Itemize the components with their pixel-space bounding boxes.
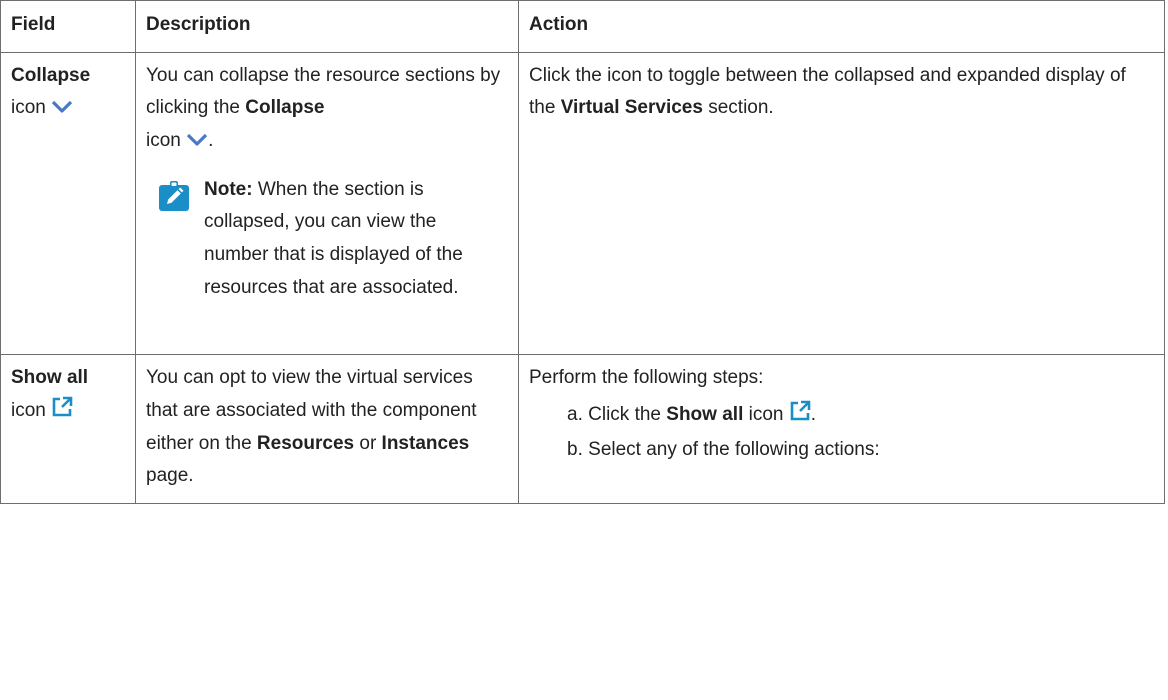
steps-list: a. Click the Show all icon . b. Select a… <box>529 399 1154 466</box>
description-text: You can collapse the resource sections b… <box>146 64 501 152</box>
doc-table: Field Description Action Collapse icon Y… <box>0 0 1165 505</box>
action-cell: Perform the following steps: a. Click th… <box>518 354 1165 505</box>
description-cell: You can collapse the resource sections b… <box>135 51 519 356</box>
description-cell: You can opt to view the virtual services… <box>135 354 519 505</box>
action-cell: Click the icon to toggle between the col… <box>518 51 1165 356</box>
table-row-show-all: Show all icon You can opt to view the vi… <box>0 354 1165 505</box>
action-intro: Perform the following steps: <box>529 367 764 389</box>
chevron-down-icon <box>187 133 208 146</box>
list-item: a. Click the Show all icon . <box>567 399 1154 432</box>
note-block: Note: When the section is collapsed, you… <box>146 174 508 345</box>
field-suffix: icon <box>11 400 46 422</box>
list-item: b. Select any of the following actions: <box>567 438 880 460</box>
chevron-down-icon <box>52 101 73 113</box>
table-row-collapse: Collapse icon You can collapse the resou… <box>0 51 1165 356</box>
pencil-note-icon <box>159 180 189 211</box>
table-header-row: Field Description Action <box>0 0 1165 53</box>
external-link-icon <box>52 396 73 417</box>
field-cell: Show all icon <box>0 354 136 505</box>
action-text: Click the icon to toggle between the col… <box>529 64 1126 119</box>
field-cell: Collapse icon <box>0 51 136 356</box>
field-suffix: icon <box>11 97 46 119</box>
note-text: Note: When the section is collapsed, you… <box>204 178 463 298</box>
description-text: You can opt to view the virtual services… <box>146 367 477 487</box>
field-name: Collapse <box>11 64 91 86</box>
header-action: Action <box>518 0 1165 53</box>
header-field: Field <box>0 0 136 53</box>
external-link-icon <box>790 400 811 421</box>
field-name: Show all <box>11 367 89 389</box>
header-description: Description <box>135 0 519 53</box>
